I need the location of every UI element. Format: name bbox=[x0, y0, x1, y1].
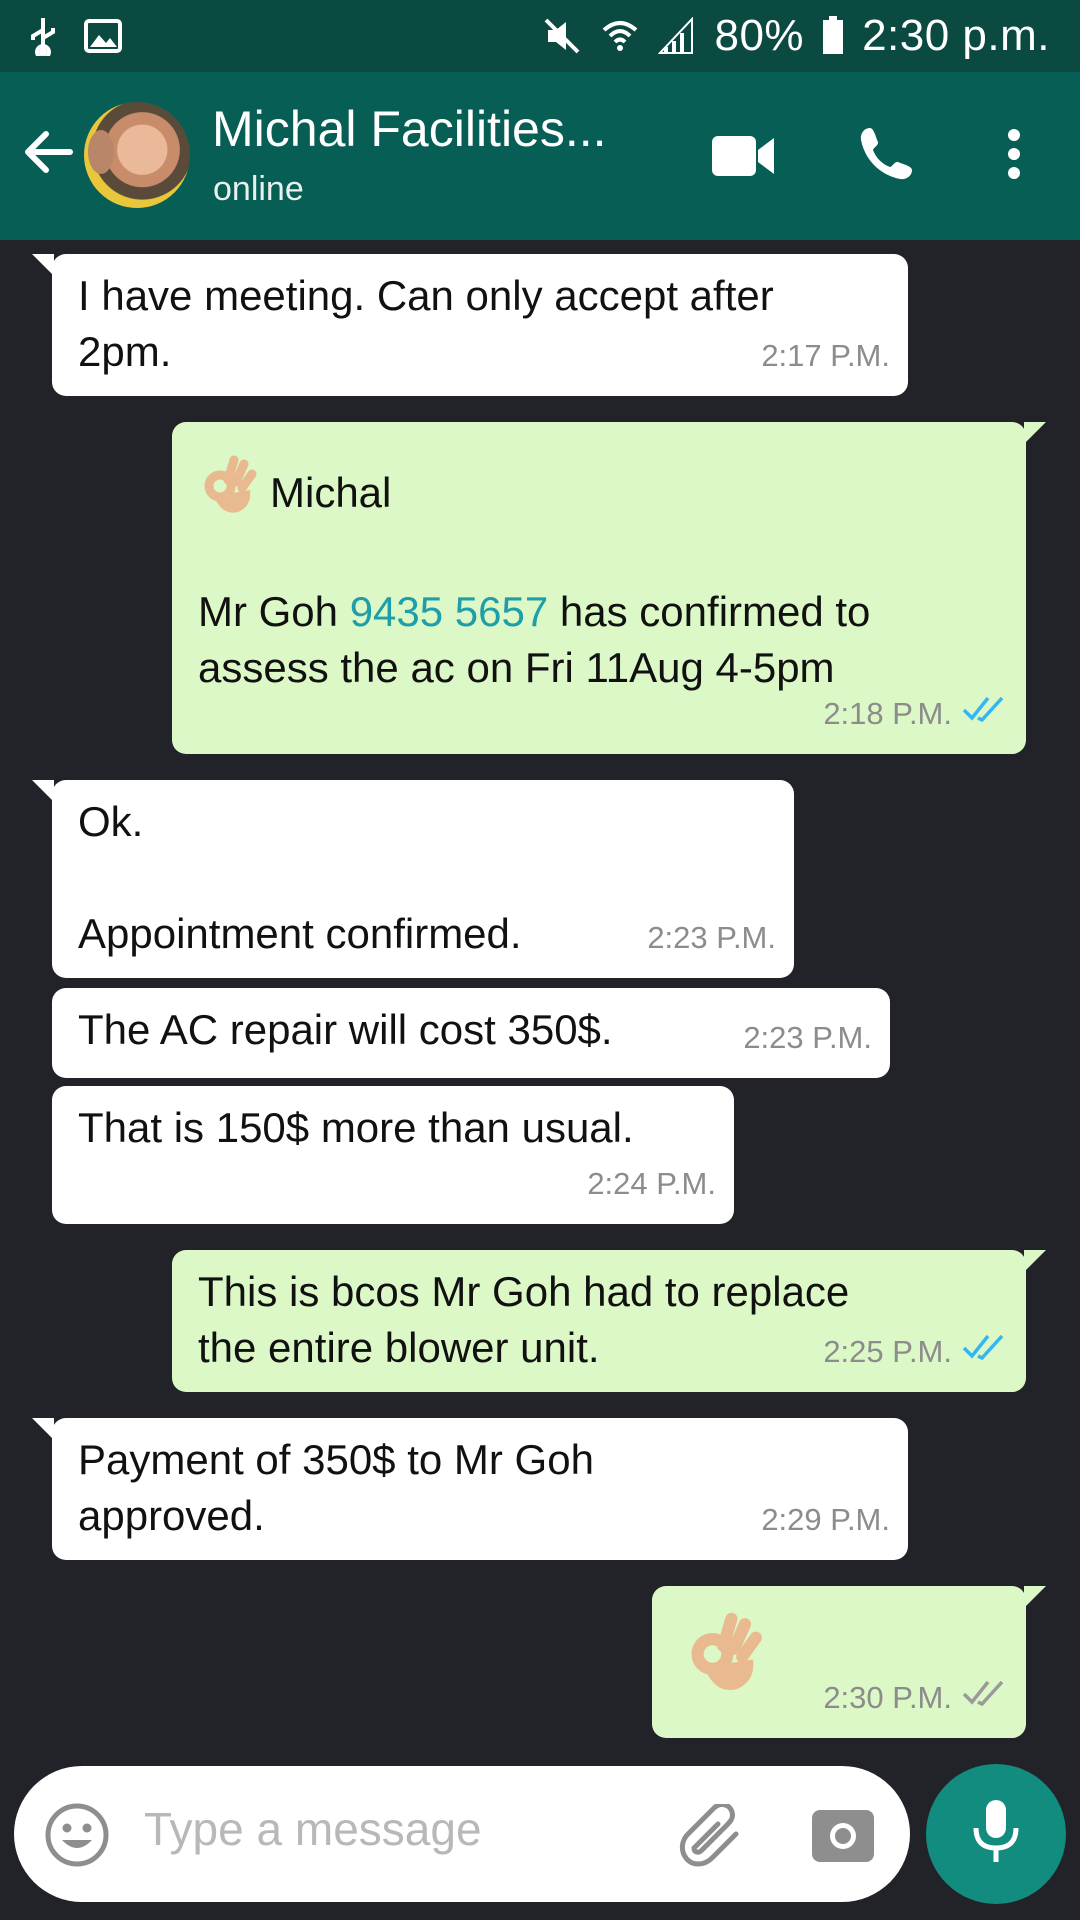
timestamp: 2:23 P.M. bbox=[647, 920, 776, 955]
message-incoming[interactable]: I have meeting. Can only accept after 2p… bbox=[32, 254, 908, 396]
phone-icon[interactable] bbox=[858, 124, 916, 187]
read-ticks-icon bbox=[962, 1324, 1008, 1380]
message-incoming[interactable]: Ok. Appointment confirmed. 2:23 P.M. bbox=[32, 780, 794, 978]
emoji-icon[interactable] bbox=[44, 1802, 110, 1873]
timestamp: 2:17 P.M. bbox=[761, 338, 890, 373]
wifi-icon bbox=[600, 16, 640, 56]
avatar[interactable] bbox=[84, 102, 190, 208]
clock: 2:30 p.m. bbox=[862, 11, 1050, 60]
timestamp: 2:25 P.M. bbox=[823, 1334, 952, 1369]
timestamp: 2:18 P.M. bbox=[823, 696, 952, 731]
timestamp: 2:30 P.M. bbox=[823, 1680, 952, 1715]
battery-percent: 80% bbox=[714, 11, 805, 60]
message-outgoing[interactable]: 2:30 P.M. bbox=[652, 1586, 1046, 1738]
attach-icon[interactable] bbox=[678, 1802, 748, 1875]
more-vert-icon[interactable] bbox=[1002, 128, 1026, 185]
mic-button[interactable] bbox=[926, 1764, 1066, 1904]
usb-icon bbox=[28, 16, 58, 56]
ok-hand-icon bbox=[202, 452, 258, 534]
message-text-part: Mr Goh bbox=[198, 588, 350, 635]
timestamp: 2:24 P.M. bbox=[587, 1166, 716, 1201]
message-text: That is 150$ more than usual. bbox=[78, 1104, 634, 1151]
message-outgoing[interactable]: This is bcos Mr Goh had to replace the e… bbox=[172, 1250, 1046, 1392]
message-time: 2:23 P.M. bbox=[647, 910, 776, 966]
camera-icon[interactable] bbox=[812, 1804, 874, 1869]
message-input[interactable]: Type a message bbox=[144, 1802, 482, 1856]
greeting-text: Michal bbox=[270, 469, 392, 516]
message-time: 2:25 P.M. bbox=[823, 1324, 1008, 1380]
signal-icon bbox=[658, 17, 696, 55]
message-greeting-line: Michal bbox=[202, 452, 1002, 534]
message-incoming[interactable]: That is 150$ more than usual. 2:24 P.M. bbox=[52, 1086, 734, 1224]
message-text: Mr Goh 9435 5657 has confirmed to assess… bbox=[198, 584, 1002, 696]
status-bar: 80% 2:30 p.m. bbox=[0, 0, 1080, 72]
delivered-ticks-icon bbox=[962, 1670, 1008, 1726]
battery-icon bbox=[822, 16, 844, 56]
contact-status: online bbox=[213, 170, 304, 208]
read-ticks-icon bbox=[962, 686, 1008, 742]
timestamp: 2:29 P.M. bbox=[761, 1502, 890, 1537]
mute-icon bbox=[542, 16, 582, 56]
timestamp: 2:23 P.M. bbox=[743, 1020, 872, 1055]
message-time: 2:29 P.M. bbox=[761, 1492, 890, 1548]
message-input-bar[interactable]: Type a message bbox=[14, 1766, 910, 1902]
chat-header: Michal Facilities... online bbox=[0, 72, 1080, 240]
mic-icon bbox=[972, 1798, 1020, 1871]
ok-hand-icon bbox=[688, 1608, 764, 1714]
message-outgoing[interactable]: Michal Mr Goh 9435 5657 has confirmed to… bbox=[172, 422, 1046, 754]
contact-name[interactable]: Michal Facilities... bbox=[212, 100, 607, 158]
message-incoming[interactable]: Payment of 350$ to Mr Goh approved. 2:29… bbox=[32, 1418, 908, 1560]
image-icon bbox=[84, 19, 122, 53]
message-time: 2:24 P.M. bbox=[587, 1156, 716, 1212]
message-time: 2:30 P.M. bbox=[823, 1670, 1008, 1726]
message-time: 2:17 P.M. bbox=[761, 328, 890, 384]
message-incoming[interactable]: The AC repair will cost 350$. 2:23 P.M. bbox=[52, 988, 890, 1078]
video-call-icon[interactable] bbox=[712, 134, 776, 183]
back-arrow-icon[interactable] bbox=[18, 122, 78, 182]
phone-link[interactable]: 9435 5657 bbox=[350, 588, 549, 635]
message-time: 2:18 P.M. bbox=[823, 686, 1008, 742]
message-time: 2:23 P.M. bbox=[743, 1010, 872, 1066]
